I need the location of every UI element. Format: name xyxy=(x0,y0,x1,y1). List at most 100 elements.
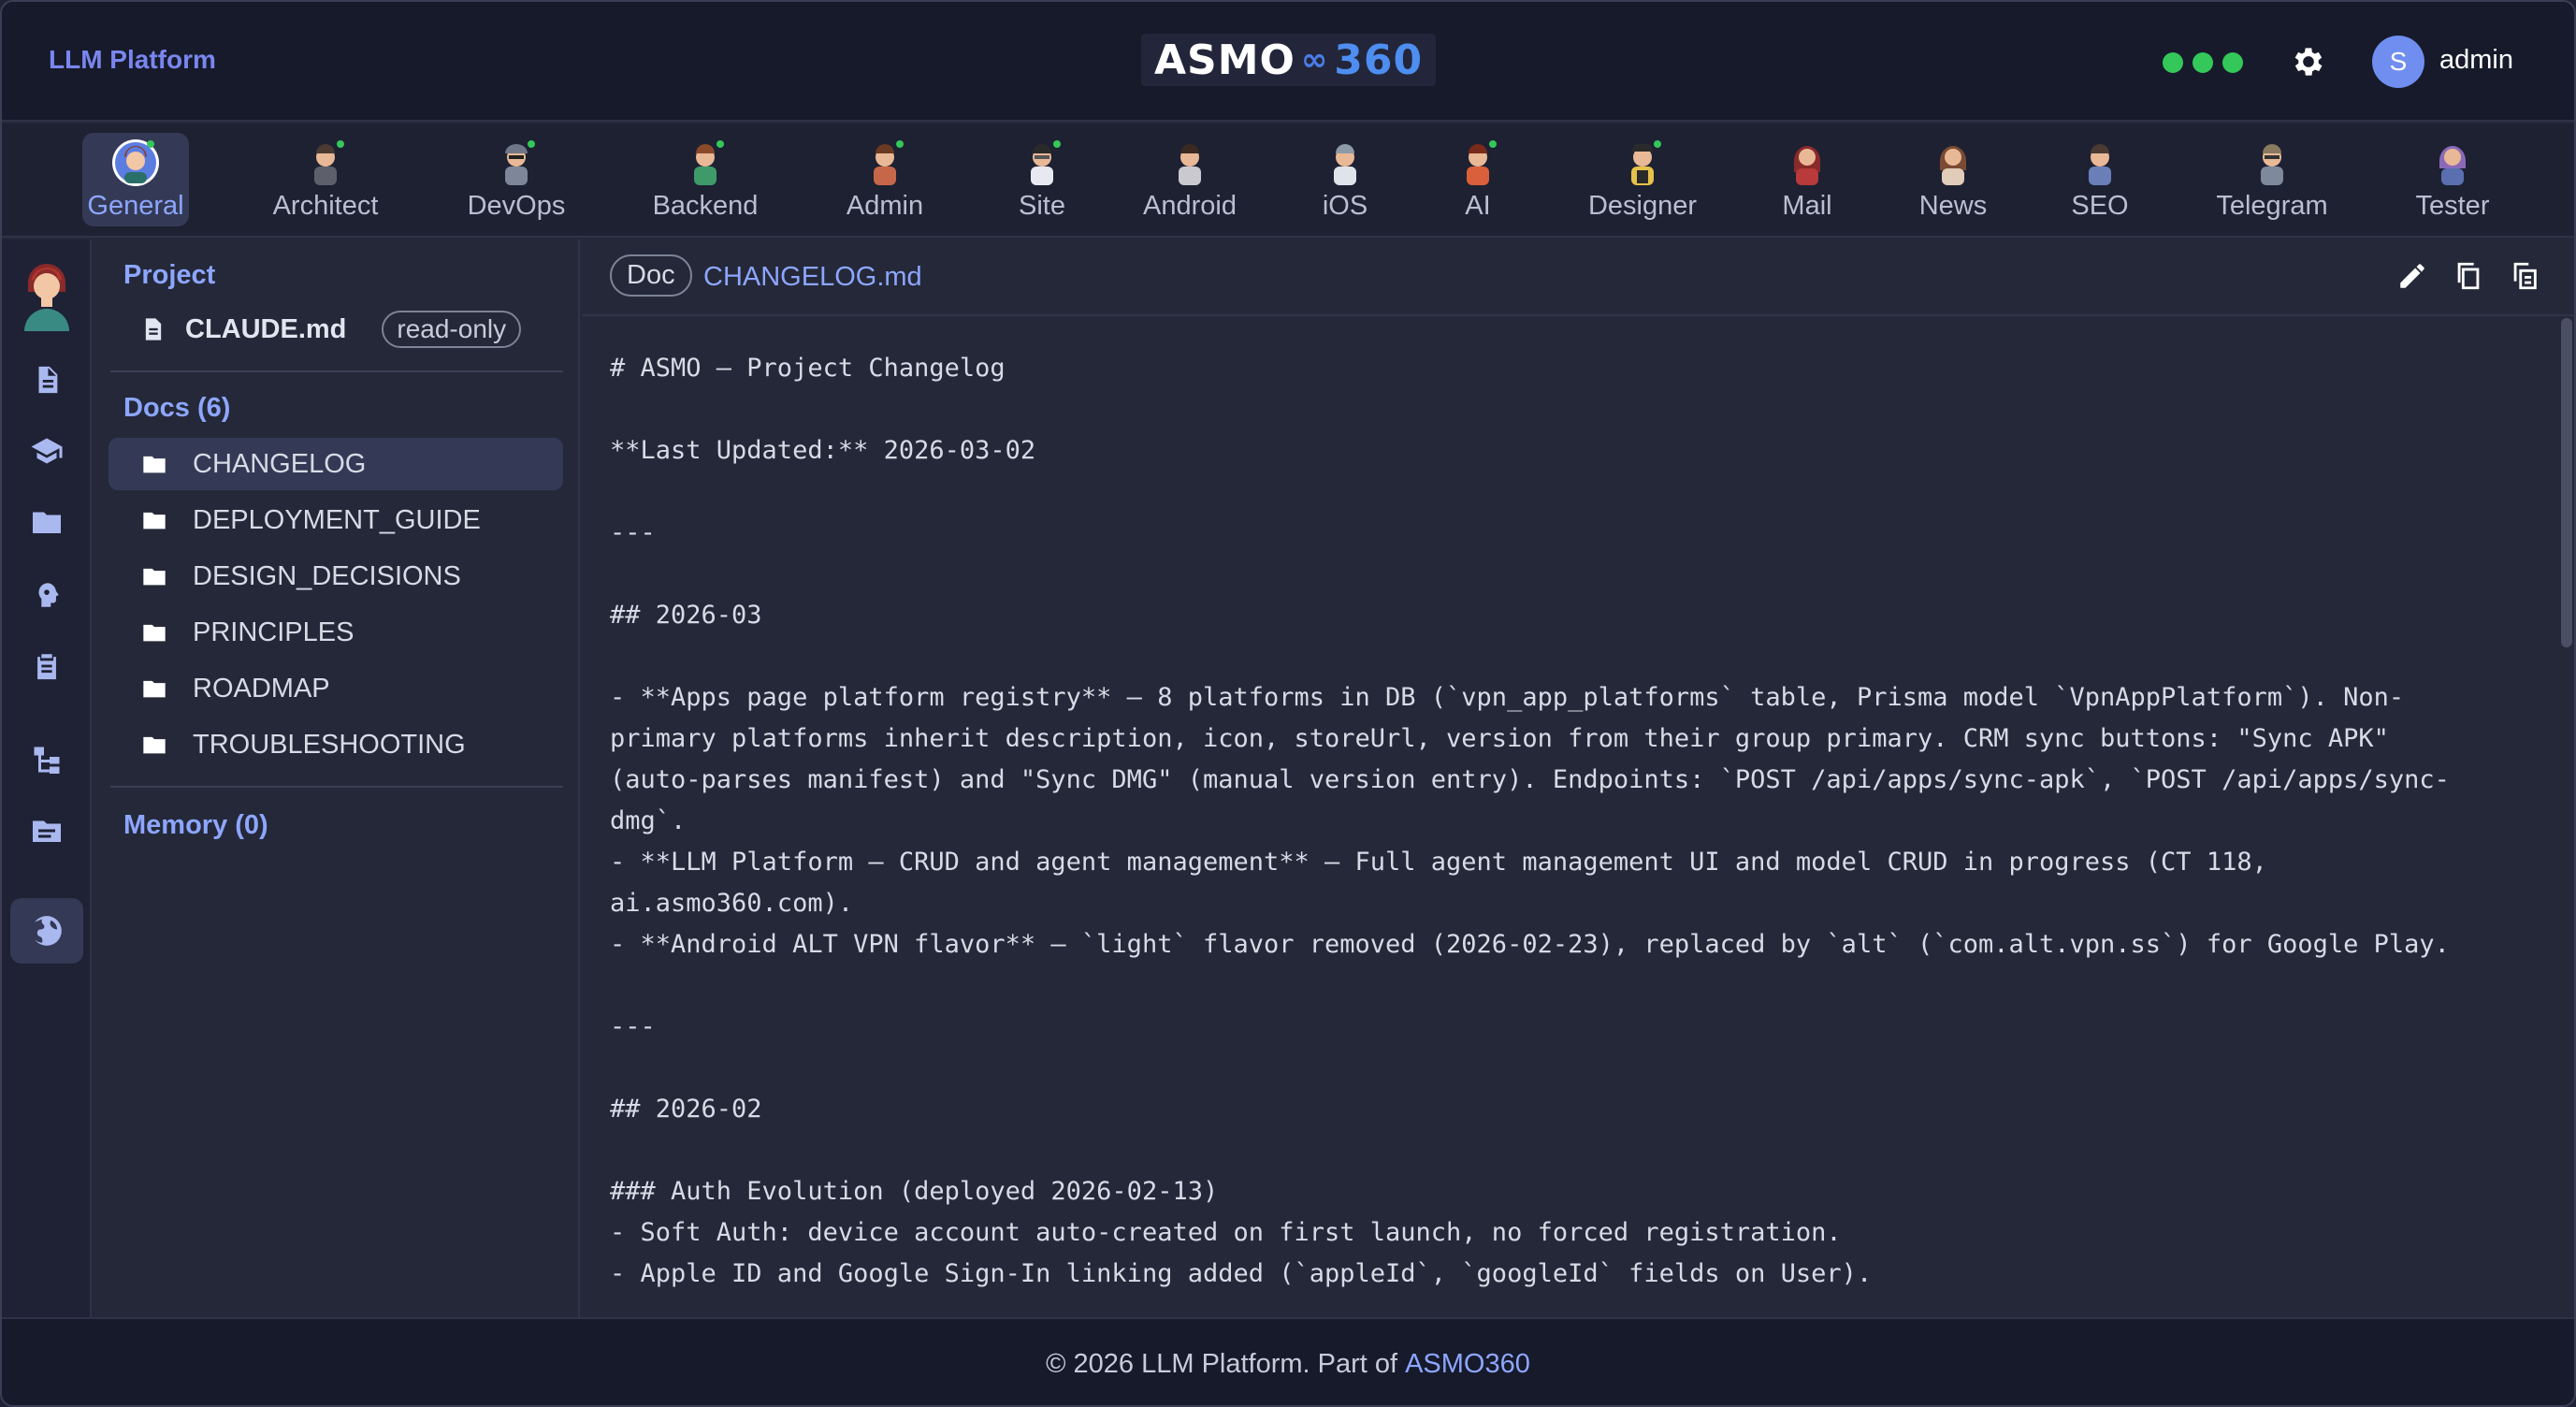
rail-graduation-cap-icon[interactable] xyxy=(22,427,71,475)
agent-tab-label: iOS xyxy=(1322,191,1368,221)
document-line: - Apple ID and Google Sign-In linking ad… xyxy=(610,1259,1873,1288)
agent-tab-label: General xyxy=(87,191,184,221)
agent-tab-label: Designer xyxy=(1587,191,1698,221)
agent-avatar-icon xyxy=(1031,140,1061,185)
agent-avatar-icon xyxy=(112,139,159,186)
doc-item-label: ROADMAP xyxy=(193,673,330,704)
scrollbar-thumb[interactable] xyxy=(2561,318,2572,647)
rail-hierarchy-icon[interactable] xyxy=(22,735,71,784)
duplicate-icon[interactable] xyxy=(2509,260,2540,292)
document-line: ## 2026-02 xyxy=(610,1095,762,1124)
document-viewer: Doc CHANGELOG.md # ASMO — Project Change… xyxy=(582,239,2574,1317)
rail-document-icon[interactable] xyxy=(22,355,71,404)
agent-tab-seo[interactable]: SEO xyxy=(2067,133,2133,226)
agent-avatar-icon xyxy=(694,140,724,185)
page-footer: © 2026 LLM Platform. Part of ASMO360 xyxy=(2,1317,2574,1405)
document-actions xyxy=(2396,260,2540,292)
file-icon xyxy=(145,318,162,341)
brand-link[interactable]: LLM Platform xyxy=(49,45,216,75)
agent-tab-news[interactable]: News xyxy=(1916,133,1990,226)
agent-tab-label: Backend xyxy=(652,191,759,221)
rail-clipboard-icon[interactable] xyxy=(22,642,71,690)
document-toolbar: Doc CHANGELOG.md xyxy=(582,239,2574,316)
agent-tabs: General Architect DevOps Backend Admin S… xyxy=(2,123,2574,238)
agent-tab-label: Mail xyxy=(1782,191,1832,221)
agent-avatar-icon xyxy=(2261,144,2283,185)
agent-avatar-icon xyxy=(874,140,904,185)
document-line: # ASMO — Project Changelog xyxy=(610,354,1006,383)
doc-item-roadmap[interactable]: ROADMAP xyxy=(109,662,563,715)
document-line: ## 2026-03 xyxy=(610,601,762,630)
folder-icon xyxy=(143,456,166,473)
agent-tab-ai[interactable]: AI xyxy=(1450,133,1506,226)
edit-pencil-icon[interactable] xyxy=(2396,260,2428,292)
footer-text: © 2026 LLM Platform. Part of xyxy=(1046,1348,1398,1379)
rail-folder-icon[interactable] xyxy=(22,498,71,546)
copy-icon[interactable] xyxy=(2453,260,2484,292)
status-dot-icon xyxy=(2222,52,2243,73)
memory-section-title[interactable]: Memory (0) xyxy=(123,810,268,841)
agent-tab-label: Tester xyxy=(2415,191,2490,221)
doc-item-label: PRINCIPLES xyxy=(193,616,355,647)
agent-tab-label: Architect xyxy=(272,191,379,221)
agent-tab-devops[interactable]: DevOps xyxy=(466,133,567,226)
agent-tab-ios[interactable]: iOS xyxy=(1315,133,1375,226)
folder-icon xyxy=(143,568,166,586)
logo-number: 360 xyxy=(1334,36,1424,84)
doc-item-troubleshooting[interactable]: TROUBLESHOOTING xyxy=(109,718,563,771)
status-dot-icon xyxy=(2163,52,2183,73)
doc-item-label: CHANGELOG xyxy=(193,448,367,479)
document-line: (auto-parses manifest) and "Sync DMG" (m… xyxy=(610,765,2450,794)
agent-tab-label: Site xyxy=(1019,191,1065,221)
logo-infinity-icon: ∞ xyxy=(1300,41,1329,79)
agent-avatar-icon xyxy=(2089,144,2111,185)
agent-tab-backend[interactable]: Backend xyxy=(649,133,761,226)
agent-tab-designer[interactable]: Designer xyxy=(1583,133,1702,226)
doc-item-label: DESIGN_DECISIONS xyxy=(193,560,461,591)
document-line: dmg`. xyxy=(610,806,687,835)
document-line: - **Apps page platform registry** — 8 pl… xyxy=(610,683,2405,712)
document-content[interactable]: # ASMO — Project Changelog **Last Updated… xyxy=(610,348,2537,1302)
agent-tab-architect[interactable]: Architect xyxy=(268,133,384,226)
icon-rail xyxy=(2,239,92,1317)
doc-item-deployment-guide[interactable]: DEPLOYMENT_GUIDE xyxy=(109,494,563,546)
asmo-logo: ASMO ∞ 360 xyxy=(1141,34,1437,86)
agent-tab-telegram[interactable]: Telegram xyxy=(2213,133,2331,226)
agent-tab-tester[interactable]: Tester xyxy=(2410,133,2496,226)
footer-asmo360-link[interactable]: ASMO360 xyxy=(1405,1349,1530,1380)
rail-globe-icon[interactable] xyxy=(10,898,83,964)
agent-avatar-icon xyxy=(1179,144,1201,185)
agent-tab-label: AI xyxy=(1465,191,1491,221)
doc-item-changelog[interactable]: CHANGELOG xyxy=(109,438,563,490)
agent-tab-mail[interactable]: Mail xyxy=(1777,133,1837,226)
rail-folder-text-icon[interactable] xyxy=(22,806,71,855)
doc-type-badge: Doc xyxy=(610,254,692,297)
doc-item-design-decisions[interactable]: DESIGN_DECISIONS xyxy=(109,550,563,602)
top-header: LLM Platform ASMO ∞ 360 S admin xyxy=(2,2,2574,122)
doc-item-principles[interactable]: PRINCIPLES xyxy=(109,606,563,659)
logo-text: ASMO xyxy=(1154,36,1295,84)
document-line: - **Android ALT VPN flavor** — `light` f… xyxy=(610,930,2450,959)
agent-avatar-icon xyxy=(505,140,535,185)
agent-tab-admin[interactable]: Admin xyxy=(838,133,932,226)
user-name[interactable]: admin xyxy=(2439,45,2513,76)
agent-tab-site[interactable]: Site xyxy=(1005,133,1079,226)
user-avatar[interactable]: S xyxy=(2372,36,2424,88)
document-line: ### Auth Evolution (deployed 2026-02-13) xyxy=(610,1177,1219,1206)
agent-tab-android[interactable]: Android xyxy=(1137,133,1242,226)
agent-avatar-icon[interactable] xyxy=(15,254,79,333)
agent-avatar-icon xyxy=(2439,146,2466,185)
project-file-name: CLAUDE.md xyxy=(185,313,347,344)
folder-icon xyxy=(143,512,166,529)
gear-icon[interactable] xyxy=(2290,43,2327,80)
rail-brain-icon[interactable] xyxy=(22,571,71,619)
docs-section-title[interactable]: Docs (6) xyxy=(123,393,230,424)
project-file-item[interactable]: CLAUDE.md read-only xyxy=(140,311,522,348)
agent-tab-general[interactable]: General xyxy=(82,133,189,226)
folder-icon xyxy=(143,624,166,642)
document-line: - Soft Auth: device account auto-created… xyxy=(610,1218,1842,1247)
